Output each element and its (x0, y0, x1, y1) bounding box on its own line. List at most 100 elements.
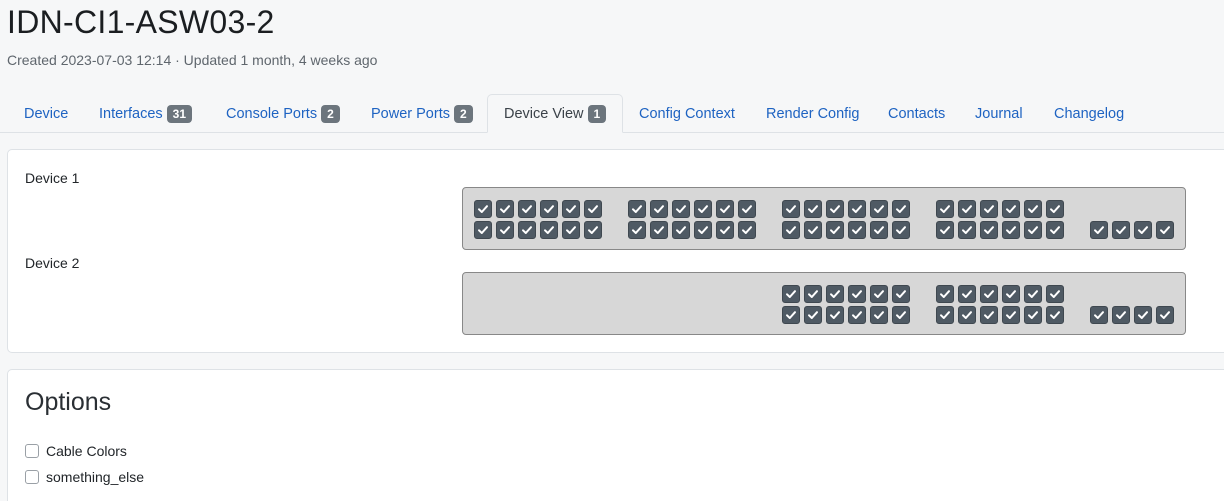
switch-port-8[interactable] (540, 221, 558, 239)
switch-port-20[interactable] (1002, 306, 1020, 324)
switch-port-13[interactable] (628, 200, 646, 218)
tab-journal[interactable]: Journal (975, 95, 1023, 133)
switch-port-5[interactable] (518, 200, 536, 218)
tab-device[interactable]: Device (24, 95, 68, 133)
switch-port-10[interactable] (870, 306, 888, 324)
switch-port-26[interactable] (782, 221, 800, 239)
switch-port-24[interactable] (738, 221, 756, 239)
switch-port-17[interactable] (672, 200, 690, 218)
switch-port-7[interactable] (540, 200, 558, 218)
switch-port-2[interactable] (474, 221, 492, 239)
switch-port-24[interactable] (1046, 306, 1064, 324)
switch-port-40[interactable] (958, 221, 976, 239)
tab-changelog[interactable]: Changelog (1054, 95, 1124, 133)
switch-port-30[interactable] (826, 221, 844, 239)
switch-port-14[interactable] (628, 221, 646, 239)
switch-port-35[interactable] (892, 200, 910, 218)
switch-port-47[interactable] (1046, 200, 1064, 218)
switch-port-21[interactable] (716, 200, 734, 218)
switch-port-1[interactable] (474, 200, 492, 218)
tab-interfaces[interactable]: Interfaces 31 (99, 95, 193, 133)
switch-port-22[interactable] (1024, 306, 1042, 324)
switch-port-27[interactable] (1134, 306, 1152, 324)
check-icon (874, 205, 884, 213)
switch-port-33[interactable] (870, 200, 888, 218)
tab-device-view[interactable]: Device View 1 (487, 94, 624, 133)
switch-port-3[interactable] (804, 285, 822, 303)
switch-port-23[interactable] (1046, 285, 1064, 303)
switch-port-13[interactable] (936, 285, 954, 303)
switch-port-31[interactable] (848, 200, 866, 218)
switch-port-2[interactable] (782, 306, 800, 324)
switch-port-38[interactable] (936, 221, 954, 239)
switch-port-48[interactable] (1046, 221, 1064, 239)
cable-colors-checkbox[interactable] (25, 444, 39, 458)
switch-port-22[interactable] (716, 221, 734, 239)
option-something-else[interactable]: something_else (25, 469, 144, 485)
switch-port-43[interactable] (1002, 200, 1020, 218)
switch-port-34[interactable] (870, 221, 888, 239)
switch-port-27[interactable] (804, 200, 822, 218)
switch-port-9[interactable] (562, 200, 580, 218)
switch-port-17[interactable] (980, 285, 998, 303)
switch-port-12[interactable] (892, 306, 910, 324)
something-else-checkbox[interactable] (25, 470, 39, 484)
switch-port-23[interactable] (738, 200, 756, 218)
switch-port-28[interactable] (1156, 306, 1174, 324)
switch-port-15[interactable] (958, 285, 976, 303)
switch-port-46[interactable] (1024, 221, 1042, 239)
tab-power-ports[interactable]: Power Ports 2 (371, 95, 473, 133)
switch-port-19[interactable] (1002, 285, 1020, 303)
tab-config-context[interactable]: Config Context (639, 95, 735, 133)
check-icon (896, 226, 906, 234)
tab-render-config[interactable]: Render Config (766, 95, 860, 133)
switch-port-39[interactable] (958, 200, 976, 218)
switch-port-6[interactable] (518, 221, 536, 239)
switch-port-19[interactable] (694, 200, 712, 218)
switch-port-16[interactable] (958, 306, 976, 324)
switch-port-20[interactable] (694, 221, 712, 239)
switch-port-52[interactable] (1156, 221, 1174, 239)
check-icon (478, 226, 488, 234)
switch-port-4[interactable] (496, 221, 514, 239)
switch-port-15[interactable] (650, 200, 668, 218)
switch-port-10[interactable] (562, 221, 580, 239)
tab-contacts[interactable]: Contacts (888, 95, 945, 133)
switch-port-1[interactable] (782, 285, 800, 303)
switch-port-12[interactable] (584, 221, 602, 239)
option-label: something_else (46, 469, 145, 485)
switch-port-28[interactable] (804, 221, 822, 239)
switch-port-11[interactable] (892, 285, 910, 303)
switch-port-16[interactable] (650, 221, 668, 239)
switch-port-4[interactable] (804, 306, 822, 324)
check-icon (896, 205, 906, 213)
switch-port-3[interactable] (496, 200, 514, 218)
switch-port-41[interactable] (980, 200, 998, 218)
switch-port-32[interactable] (848, 221, 866, 239)
switch-port-50[interactable] (1112, 221, 1130, 239)
switch-port-8[interactable] (848, 306, 866, 324)
switch-port-18[interactable] (672, 221, 690, 239)
switch-port-7[interactable] (848, 285, 866, 303)
switch-port-45[interactable] (1024, 200, 1042, 218)
switch-port-49[interactable] (1090, 221, 1108, 239)
switch-port-14[interactable] (936, 306, 954, 324)
switch-port-37[interactable] (936, 200, 954, 218)
switch-port-21[interactable] (1024, 285, 1042, 303)
switch-port-6[interactable] (826, 306, 844, 324)
switch-port-36[interactable] (892, 221, 910, 239)
switch-port-51[interactable] (1134, 221, 1152, 239)
option-cable-colors[interactable]: Cable Colors (25, 443, 127, 459)
switch-port-44[interactable] (1002, 221, 1020, 239)
switch-port-18[interactable] (980, 306, 998, 324)
switch-port-11[interactable] (584, 200, 602, 218)
switch-port-25[interactable] (782, 200, 800, 218)
switch-port-26[interactable] (1112, 306, 1130, 324)
switch-port-25[interactable] (1090, 306, 1108, 324)
device-1-label: Device 1 (25, 170, 80, 186)
switch-port-29[interactable] (826, 200, 844, 218)
switch-port-5[interactable] (826, 285, 844, 303)
switch-port-9[interactable] (870, 285, 888, 303)
switch-port-42[interactable] (980, 221, 998, 239)
tab-console-ports[interactable]: Console Ports 2 (226, 95, 340, 133)
